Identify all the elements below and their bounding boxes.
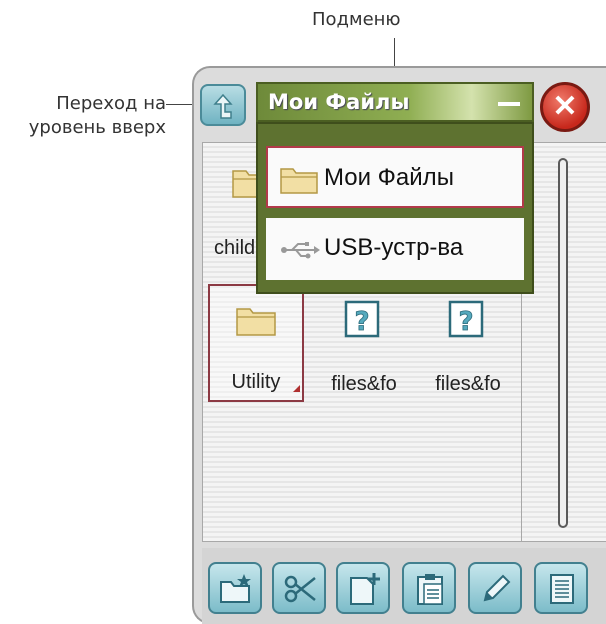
file-tile-files-fo-1[interactable]: ? files&fo [312,284,416,402]
scrollbar[interactable] [558,158,568,528]
file-tile-utility[interactable]: Utility [208,284,304,402]
submenu-dropdown: Мои Файлы USB-устр-ва [256,122,534,294]
unknown-file-icon: ? [344,300,380,337]
usb-icon [281,242,320,259]
close-button[interactable]: ✕ [540,82,590,132]
edit-button[interactable] [468,562,522,614]
paste-icon [417,574,443,605]
properties-icon [550,574,574,604]
cut-icon [284,575,316,603]
svg-text:?: ? [354,307,369,337]
up-level-annotation: Переход на уровень вверх [8,92,166,140]
submenu-title-bar[interactable]: Мои Файлы [256,82,534,122]
file-tile-files-fo-2[interactable]: ? files&fo [416,284,520,402]
submenu-item-label: USB-устр-ва [324,234,464,261]
new-file-button[interactable] [336,562,390,614]
paste-button[interactable] [402,562,456,614]
folder-icon [280,168,318,194]
properties-button[interactable] [534,562,588,614]
up-level-annotation-line2: уровень вверх [28,117,166,138]
file-label: files&fo [435,373,501,395]
submenu-annotation: Подменю [312,9,401,30]
submenu-item-my-files[interactable]: Мои Файлы [266,146,524,208]
up-level-button[interactable] [200,84,246,126]
file-label: Utility [231,371,281,393]
cut-button[interactable] [272,562,326,614]
folder-icon [236,308,276,336]
close-icon: ✕ [552,90,578,123]
submenu-item-label: Мои Файлы [324,164,454,191]
up-level-leader-line [166,104,194,105]
up-level-annotation-line1: Переход на [56,93,166,114]
new-folder-icon [220,574,251,603]
minimize-icon[interactable] [498,102,520,106]
svg-text:?: ? [458,307,473,337]
edit-icon [483,574,511,602]
submenu-indicator-icon [293,385,300,392]
new-folder-button[interactable] [208,562,262,614]
window-title: Мои Файлы [268,90,410,114]
new-file-icon [350,573,380,605]
unknown-file-icon: ? [448,300,484,337]
up-arrow-icon [213,93,233,119]
file-label: files&fo [331,373,397,395]
submenu-item-usb-devices[interactable]: USB-устр-ва [266,218,524,280]
